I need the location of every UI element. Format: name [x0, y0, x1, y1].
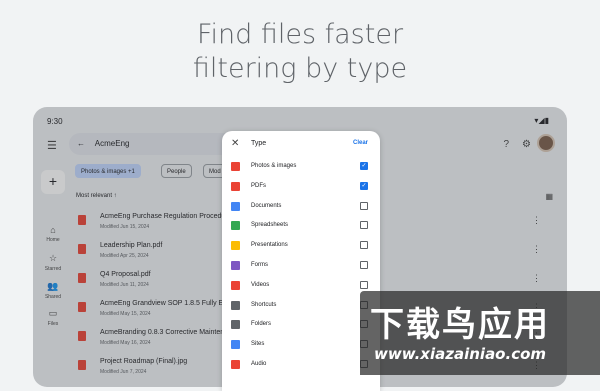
- type-filter-sheet: ✕ Type Clear Photos & images ✓ PDFs ✓ Docume…: [222, 131, 380, 391]
- type-option[interactable]: Shortcuts: [222, 296, 380, 316]
- file-type-icon: [231, 301, 240, 310]
- option-label: Presentations: [251, 242, 288, 248]
- option-label: Audio: [251, 361, 266, 367]
- option-checkbox[interactable]: [360, 221, 368, 229]
- option-checkbox[interactable]: [360, 241, 368, 249]
- file-type-icon: [231, 261, 240, 270]
- file-type-icon: [231, 320, 240, 329]
- file-type-icon: [231, 162, 240, 171]
- headline-line-2: filtering by type: [0, 52, 600, 86]
- close-icon[interactable]: ✕: [231, 138, 239, 149]
- option-label: Documents: [251, 203, 281, 209]
- option-label: Photos & images: [251, 163, 296, 169]
- option-label: Folders: [251, 321, 271, 327]
- option-label: PDFs: [251, 183, 266, 189]
- type-option[interactable]: PDFs ✓: [222, 177, 380, 197]
- file-type-icon: [231, 360, 240, 369]
- type-option[interactable]: Folders: [222, 315, 380, 335]
- type-option[interactable]: Photos & images ✓: [222, 157, 380, 177]
- option-label: Spreadsheets: [251, 222, 288, 228]
- option-label: Shortcuts: [251, 302, 276, 308]
- type-option[interactable]: Presentations: [222, 236, 380, 256]
- file-type-icon: [231, 241, 240, 250]
- headline: Find files faster filtering by type: [0, 18, 600, 86]
- file-type-icon: [231, 281, 240, 290]
- file-type-icon: [231, 221, 240, 230]
- option-checkbox[interactable]: ✓: [360, 182, 368, 190]
- type-option[interactable]: Audio: [222, 355, 380, 375]
- watermark-logo: 下载鸟应用: [370, 297, 550, 346]
- option-checkbox[interactable]: ✓: [360, 162, 368, 170]
- option-checkbox[interactable]: [360, 281, 368, 289]
- sheet-title: Type: [251, 140, 266, 147]
- file-type-icon: [231, 182, 240, 191]
- headline-line-1: Find files faster: [0, 18, 600, 52]
- watermark: 下载鸟应用 www.xiazainiao.com: [360, 291, 600, 375]
- type-option[interactable]: Sites: [222, 335, 380, 355]
- option-label: Videos: [251, 282, 269, 288]
- watermark-url: www.xiazainiao.com: [374, 345, 546, 363]
- option-label: Sites: [251, 341, 264, 347]
- type-option[interactable]: Forms: [222, 256, 380, 276]
- option-checkbox[interactable]: [360, 202, 368, 210]
- option-label: Forms: [251, 262, 268, 268]
- clear-button[interactable]: Clear: [353, 140, 368, 146]
- file-type-icon: [231, 202, 240, 211]
- type-option[interactable]: Videos: [222, 276, 380, 296]
- option-checkbox[interactable]: [360, 261, 368, 269]
- file-type-icon: [231, 340, 240, 349]
- type-option[interactable]: Spreadsheets: [222, 216, 380, 236]
- type-option[interactable]: Documents: [222, 197, 380, 217]
